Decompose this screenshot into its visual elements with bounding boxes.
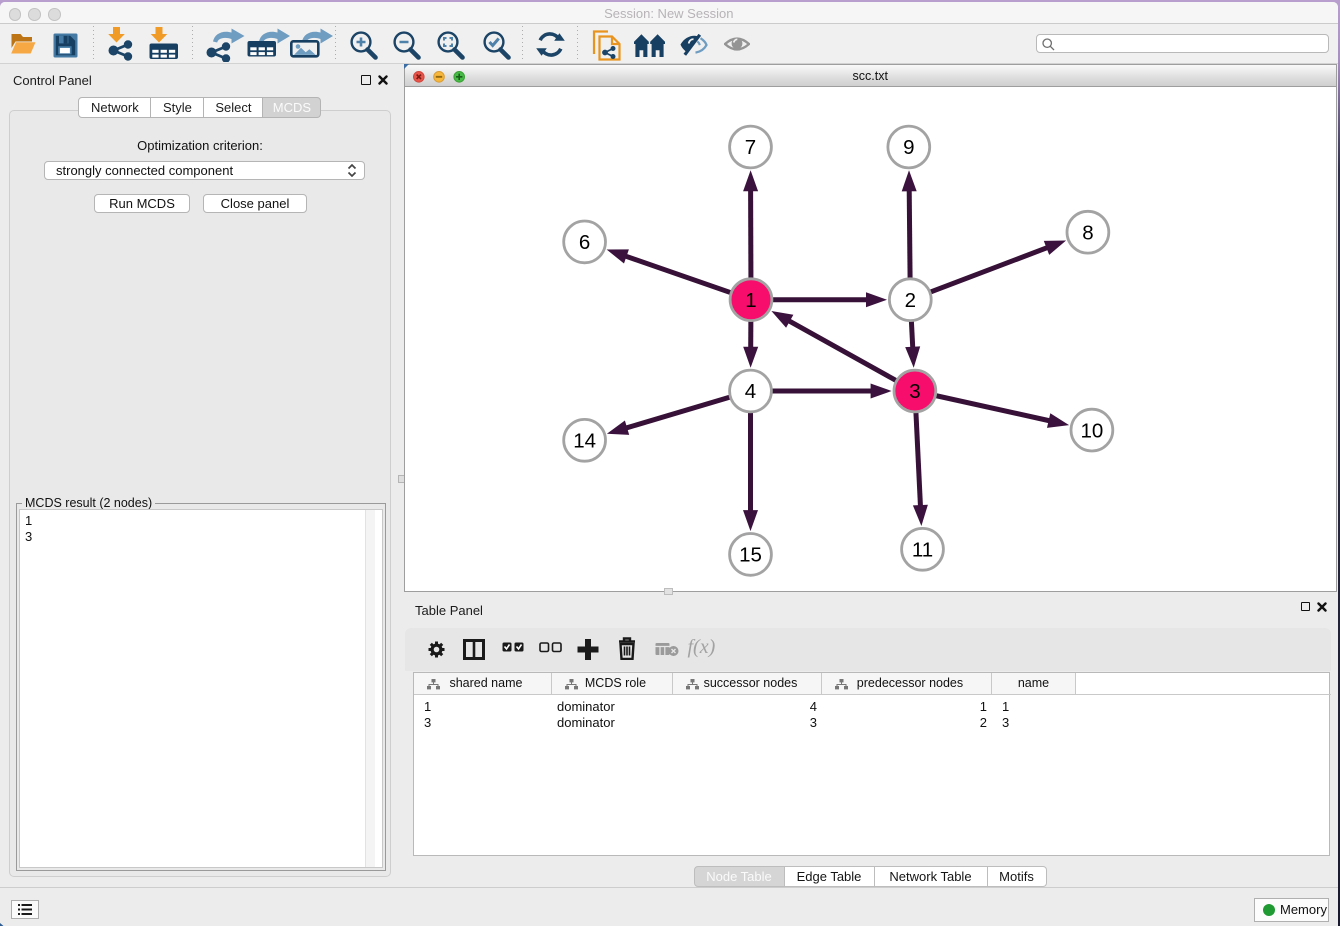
svg-text:2: 2 (905, 288, 916, 311)
svg-text:7: 7 (745, 136, 756, 159)
svg-text:11: 11 (912, 538, 933, 561)
svg-text:15: 15 (739, 543, 762, 566)
svg-text:4: 4 (745, 380, 756, 403)
svg-text:1: 1 (745, 288, 756, 311)
svg-text:9: 9 (903, 136, 914, 159)
svg-text:8: 8 (1082, 221, 1093, 244)
svg-text:14: 14 (573, 429, 596, 452)
svg-text:6: 6 (579, 231, 590, 254)
svg-text:3: 3 (909, 380, 920, 403)
svg-text:10: 10 (1080, 419, 1103, 442)
